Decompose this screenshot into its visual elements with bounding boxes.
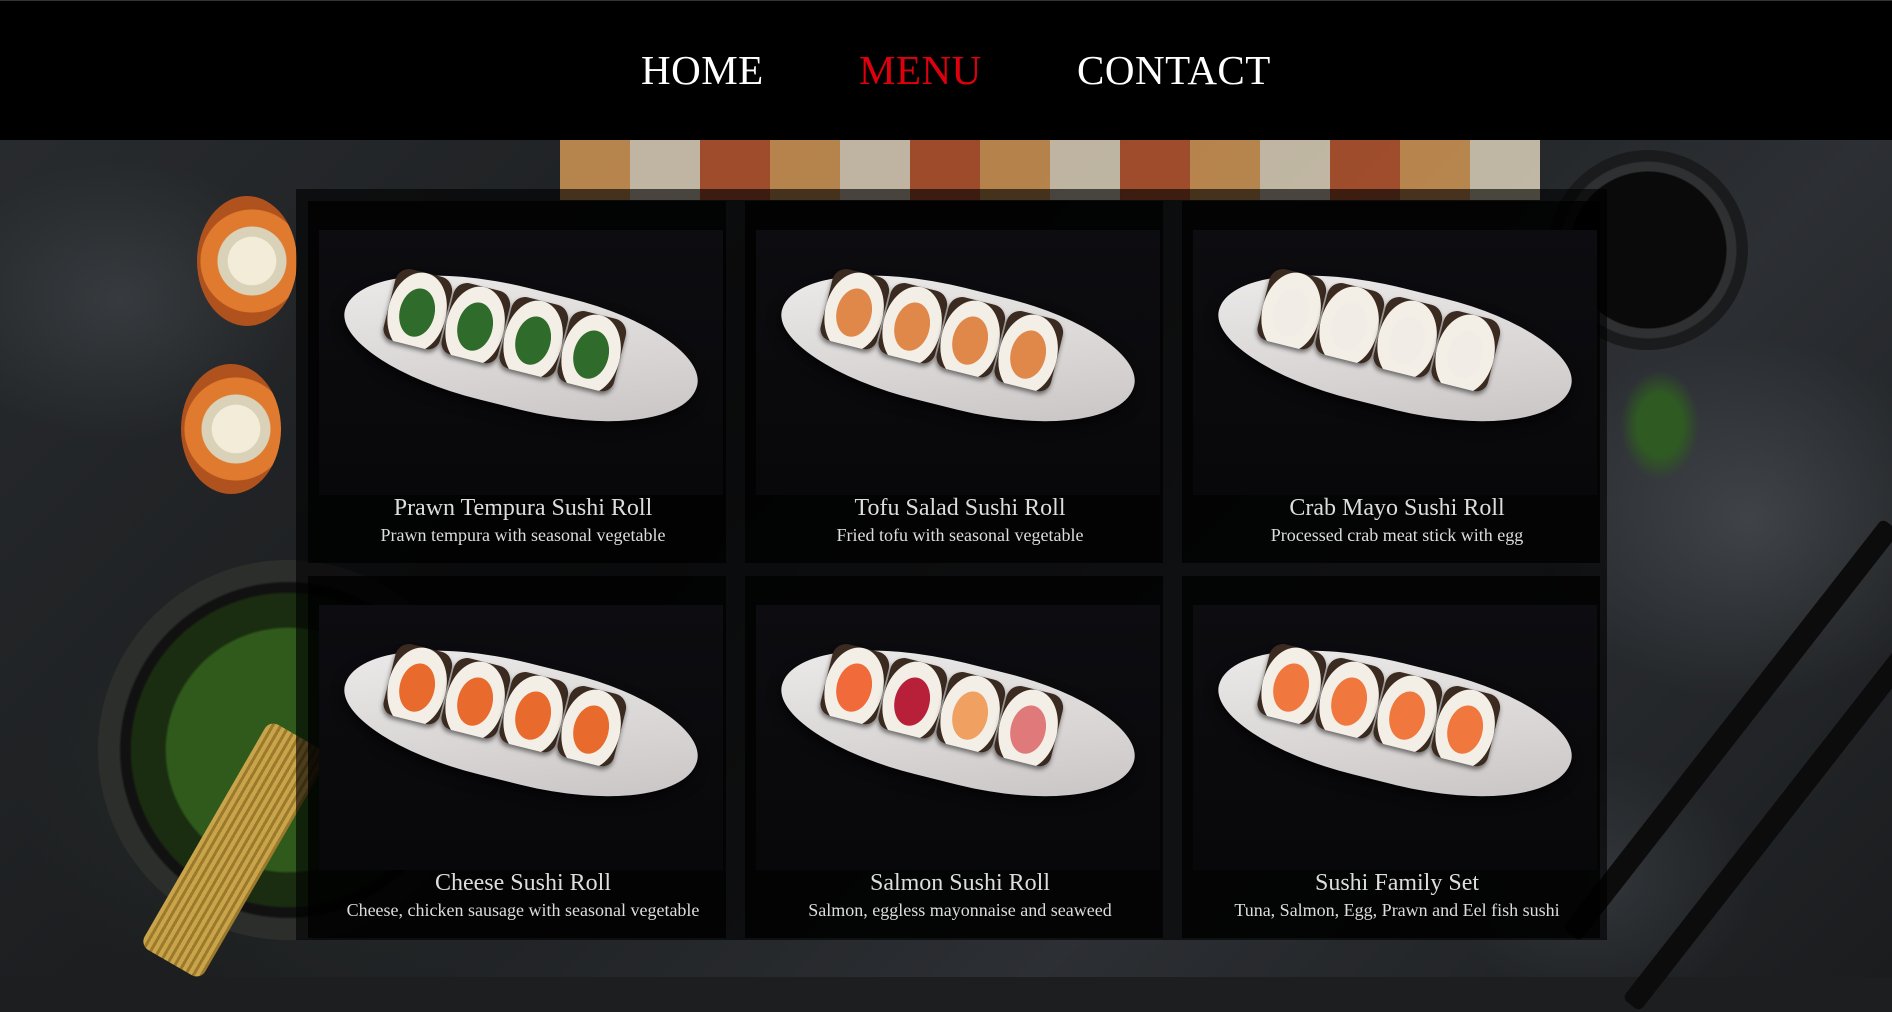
menu-item-description: Tuna, Salmon, Egg, Prawn and Eel fish su… — [1234, 900, 1560, 920]
menu-card[interactable]: Salmon Sushi Roll Salmon, eggless mayonn… — [745, 576, 1163, 938]
menu-item-title: Cheese Sushi Roll — [434, 870, 611, 896]
sushi-photo — [1193, 605, 1597, 870]
menu-card[interactable]: Crab Mayo Sushi Roll Processed crab meat… — [1182, 201, 1600, 563]
menu-item-title: Salmon Sushi Roll — [869, 870, 1051, 896]
background-sushi-roll — [197, 196, 297, 326]
menu-card[interactable]: Prawn Tempura Sushi Roll Prawn tempura w… — [308, 201, 726, 563]
nav-contact-link[interactable]: CONTACT — [1077, 46, 1271, 94]
menu-card[interactable]: Sushi Family Set Tuna, Salmon, Egg, Praw… — [1182, 576, 1600, 938]
sushi-photo — [319, 230, 723, 495]
menu-item-description: Processed crab meat stick with egg — [1270, 525, 1524, 545]
menu-item-title: Sushi Family Set — [1314, 870, 1480, 896]
top-nav-bar: HOME MENU CONTACT — [0, 0, 1892, 140]
sushi-photo — [1193, 230, 1597, 495]
nav-menu-link[interactable]: MENU — [859, 46, 982, 94]
menu-item-description: Cheese, chicken sausage with seasonal ve… — [346, 900, 700, 920]
menu-card[interactable]: Cheese Sushi Roll Cheese, chicken sausag… — [308, 576, 726, 938]
menu-panel: Prawn Tempura Sushi Roll Prawn tempura w… — [296, 189, 1607, 940]
menu-item-title: Crab Mayo Sushi Roll — [1289, 495, 1505, 521]
background-sushi-roll — [181, 364, 281, 494]
menu-item-title: Tofu Salad Sushi Roll — [854, 495, 1066, 521]
menu-item-description: Fried tofu with seasonal vegetable — [836, 525, 1084, 545]
sushi-photo — [756, 605, 1160, 870]
menu-item-description: Prawn tempura with seasonal vegetable — [380, 525, 666, 545]
sushi-photo — [756, 230, 1160, 495]
menu-card[interactable]: Tofu Salad Sushi Roll Fried tofu with se… — [745, 201, 1163, 563]
menu-item-title: Prawn Tempura Sushi Roll — [393, 495, 653, 521]
nav-home-link[interactable]: HOME — [641, 46, 764, 94]
background-herb — [1620, 370, 1700, 480]
sushi-photo — [319, 605, 723, 870]
menu-item-description: Salmon, eggless mayonnaise and seaweed — [808, 900, 1112, 920]
